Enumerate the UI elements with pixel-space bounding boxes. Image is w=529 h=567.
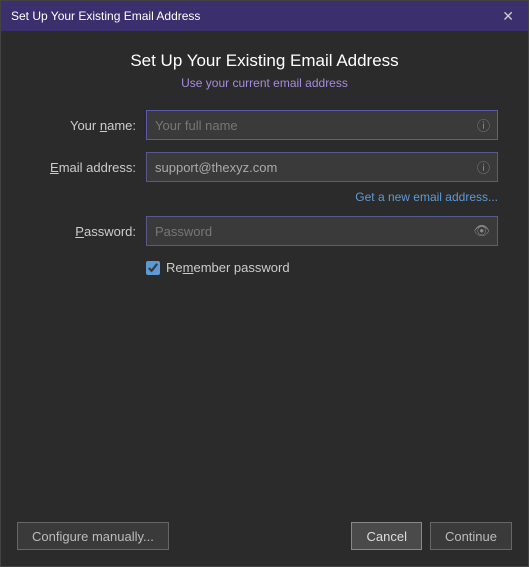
password-input[interactable] [146, 216, 498, 246]
continue-button[interactable]: Continue [430, 522, 512, 550]
remember-password-checkbox[interactable] [146, 261, 160, 275]
footer-right: Cancel Continue [351, 522, 512, 550]
configure-manually-button[interactable]: Configure manually... [17, 522, 169, 550]
dialog-title: Set Up Your Existing Email Address [31, 51, 498, 71]
name-label: Your name: [31, 118, 136, 133]
form: Your name: ⓘ Email address: ⓘ Get [31, 110, 498, 275]
titlebar: Set Up Your Existing Email Address ✕ [1, 1, 528, 31]
get-new-email-row: Get a new email address... [146, 190, 498, 204]
cancel-button[interactable]: Cancel [351, 522, 421, 550]
dialog-content: Set Up Your Existing Email Address Use y… [1, 31, 528, 512]
dialog-header: Set Up Your Existing Email Address Use y… [31, 51, 498, 90]
close-button[interactable]: ✕ [498, 7, 518, 25]
password-label: Password: [31, 224, 136, 239]
get-new-email-link[interactable]: Get a new email address... [355, 190, 498, 204]
dialog: Set Up Your Existing Email Address ✕ Set… [0, 0, 529, 567]
remember-password-row: Remember password [146, 260, 498, 275]
name-info-icon: ⓘ [477, 116, 490, 135]
email-info-icon: ⓘ [477, 158, 490, 177]
name-input-wrapper: ⓘ [146, 110, 498, 140]
email-row: Email address: ⓘ [31, 152, 498, 182]
footer: Configure manually... Cancel Continue [1, 512, 528, 566]
titlebar-title: Set Up Your Existing Email Address [11, 9, 200, 23]
email-label: Email address: [31, 160, 136, 175]
name-row: Your name: ⓘ [31, 110, 498, 140]
dialog-subtitle: Use your current email address [31, 76, 498, 90]
email-input-wrapper: ⓘ [146, 152, 498, 182]
password-row: Password: 👁 [31, 216, 498, 246]
remember-password-label: Remember password [166, 260, 290, 275]
password-input-wrapper: 👁 [146, 216, 498, 246]
footer-left: Configure manually... [17, 522, 169, 550]
password-visibility-icon[interactable]: 👁 [473, 223, 490, 239]
email-input[interactable] [146, 152, 498, 182]
name-input[interactable] [146, 110, 498, 140]
